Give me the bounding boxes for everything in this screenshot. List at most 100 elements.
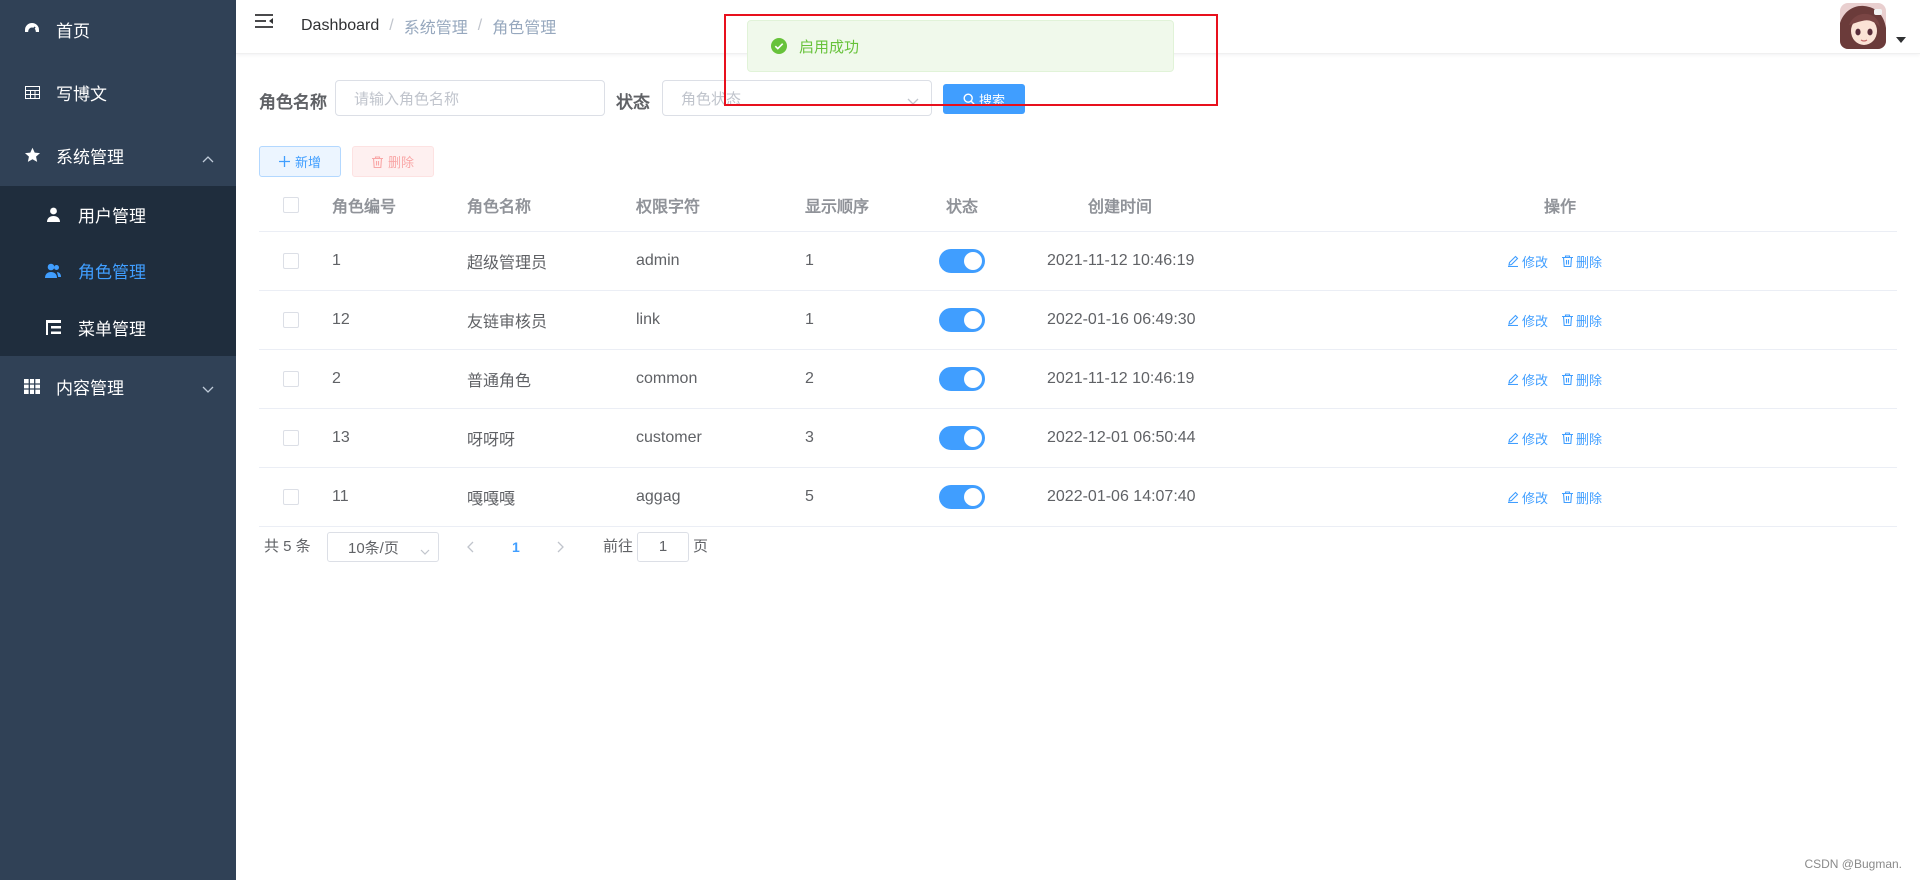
search-button[interactable]: 搜索 <box>943 84 1025 114</box>
row-checkbox[interactable] <box>283 312 299 328</box>
breadcrumb-separator: / <box>389 17 394 34</box>
row-checkbox[interactable] <box>283 253 299 269</box>
cell-role-id: 11 <box>332 488 349 505</box>
cell-actions: 修改 删除 <box>1507 468 1602 526</box>
sidebar-item-write-blog[interactable]: 写博文 <box>0 63 236 121</box>
goto-label: 前往 <box>603 538 634 555</box>
page-size-select[interactable]: 10条/页 <box>327 532 439 562</box>
cell-status <box>939 468 985 526</box>
sidebar-item-users[interactable]: 用户管理 <box>0 186 236 242</box>
tree-table-icon <box>43 317 63 337</box>
cell-role-key: customer <box>636 429 702 446</box>
sidebar-item-label: 菜单管理 <box>78 319 146 339</box>
chevron-down-icon <box>907 93 919 110</box>
next-page-button[interactable] <box>556 540 564 557</box>
sidebar: 首页 写博文 系统管理 用户管理 角色管理 菜单管理 内容管理 <box>0 0 236 880</box>
delete-button[interactable]: 删除 <box>1562 311 1602 330</box>
delete-button[interactable]: 删除 <box>1562 429 1602 448</box>
delete-button-label: 删除 <box>1576 431 1603 447</box>
cell-role-id: 2 <box>332 370 341 387</box>
trash-icon <box>371 155 383 168</box>
page-number-current[interactable]: 1 <box>512 532 520 562</box>
cell-actions: 修改 删除 <box>1507 291 1602 349</box>
watermark: CSDN @Bugman. <box>1804 857 1902 871</box>
sidebar-item-menus[interactable]: 菜单管理 <box>0 299 236 355</box>
sidebar-item-label: 用户管理 <box>78 206 146 226</box>
delete-button[interactable]: 删除 <box>1562 488 1602 507</box>
roles-table: 角色编号 角色名称 权限字符 显示顺序 状态 创建时间 操作 1 超级管理员 adm… <box>259 178 1897 527</box>
table-row: 13 呀呀呀 customer 3 2022-12-01 06:50:44 修改 删除 <box>259 409 1897 468</box>
success-message: 启用成功 <box>747 20 1174 72</box>
trash-icon <box>1562 373 1574 385</box>
cell-role-name: 友链审核员 <box>467 314 548 331</box>
delete-button-label: 删除 <box>1576 490 1603 506</box>
edit-button[interactable]: 修改 <box>1507 252 1548 271</box>
row-checkbox-cell <box>283 350 299 408</box>
message-text: 启用成功 <box>799 38 860 56</box>
delete-button[interactable]: 删除 <box>1562 252 1602 271</box>
sidebar-item-label: 系统管理 <box>56 147 124 167</box>
sidebar-item-home[interactable]: 首页 <box>0 0 236 58</box>
cell-role-key: link <box>636 311 661 328</box>
prev-page-button[interactable] <box>467 540 475 557</box>
goto-page-input[interactable]: 1 <box>637 532 689 562</box>
cell-sort: 5 <box>805 488 814 505</box>
add-button-label: 新增 <box>294 155 321 170</box>
cell-created: 2022-01-06 14:07:40 <box>1047 488 1196 505</box>
status-label: 状态 <box>616 93 650 112</box>
status-switch[interactable] <box>939 485 985 509</box>
batch-delete-button[interactable]: 删除 <box>352 146 434 177</box>
search-button-label: 搜索 <box>978 92 1005 108</box>
row-checkbox[interactable] <box>283 489 299 505</box>
cell-actions: 修改 删除 <box>1507 232 1602 290</box>
row-checkbox[interactable] <box>283 371 299 387</box>
sidebar-item-content[interactable]: 内容管理 <box>0 357 236 415</box>
cell-actions: 修改 删除 <box>1507 409 1602 467</box>
cell-status <box>939 232 985 290</box>
sidebar-item-roles[interactable]: 角色管理 <box>0 242 236 298</box>
delete-button-label: 删除 <box>1576 254 1603 270</box>
status-switch[interactable] <box>939 367 985 391</box>
trash-icon <box>1562 314 1574 326</box>
page-size-value: 10条/页 <box>348 539 399 557</box>
caret-down-icon[interactable] <box>1896 30 1906 48</box>
edit-button[interactable]: 修改 <box>1507 370 1548 389</box>
role-name-input[interactable]: 请输入角色名称 <box>335 80 605 116</box>
edit-button[interactable]: 修改 <box>1507 429 1548 448</box>
edit-button[interactable]: 修改 <box>1507 488 1548 507</box>
check-circle-icon <box>771 38 787 54</box>
chevron-left-icon <box>467 541 474 553</box>
edit-icon <box>1508 314 1519 326</box>
status-switch[interactable] <box>939 426 985 450</box>
sidebar-item-system[interactable]: 系统管理 <box>0 126 236 184</box>
edit-button[interactable]: 修改 <box>1507 311 1548 330</box>
hamburger-icon[interactable] <box>254 13 274 33</box>
plus-icon <box>278 156 290 167</box>
status-switch[interactable] <box>939 308 985 332</box>
header-created: 创建时间 <box>1088 198 1153 216</box>
header-role-name: 角色名称 <box>467 198 532 216</box>
select-all-checkbox-cell <box>283 178 299 231</box>
status-select[interactable]: 角色状态 <box>662 80 932 116</box>
breadcrumb-system: 系统管理 <box>403 20 468 37</box>
edit-icon <box>1508 255 1519 267</box>
breadcrumb-dashboard[interactable]: Dashboard <box>301 17 379 35</box>
edit-icon <box>1508 491 1519 503</box>
sidebar-item-label: 写博文 <box>56 84 107 104</box>
avatar[interactable] <box>1840 3 1886 49</box>
cell-role-id: 13 <box>332 429 350 446</box>
status-switch[interactable] <box>939 249 985 273</box>
header-actions: 操作 <box>1544 198 1577 216</box>
breadcrumb-separator: / <box>477 17 483 34</box>
trash-icon <box>1562 255 1574 267</box>
delete-button[interactable]: 删除 <box>1562 370 1602 389</box>
add-button[interactable]: 新增 <box>259 146 341 177</box>
status-placeholder: 角色状态 <box>681 90 742 108</box>
select-all-checkbox[interactable] <box>283 196 299 213</box>
row-checkbox-cell <box>283 232 299 290</box>
cell-role-name: 普通角色 <box>467 373 532 390</box>
table-row: 1 超级管理员 admin 1 2021-11-12 10:46:19 修改 删除 <box>259 232 1897 291</box>
table-row: 2 普通角色 common 2 2021-11-12 10:46:19 修改 删除 <box>259 350 1897 409</box>
delete-button-label: 删除 <box>387 155 414 170</box>
row-checkbox[interactable] <box>283 430 299 446</box>
